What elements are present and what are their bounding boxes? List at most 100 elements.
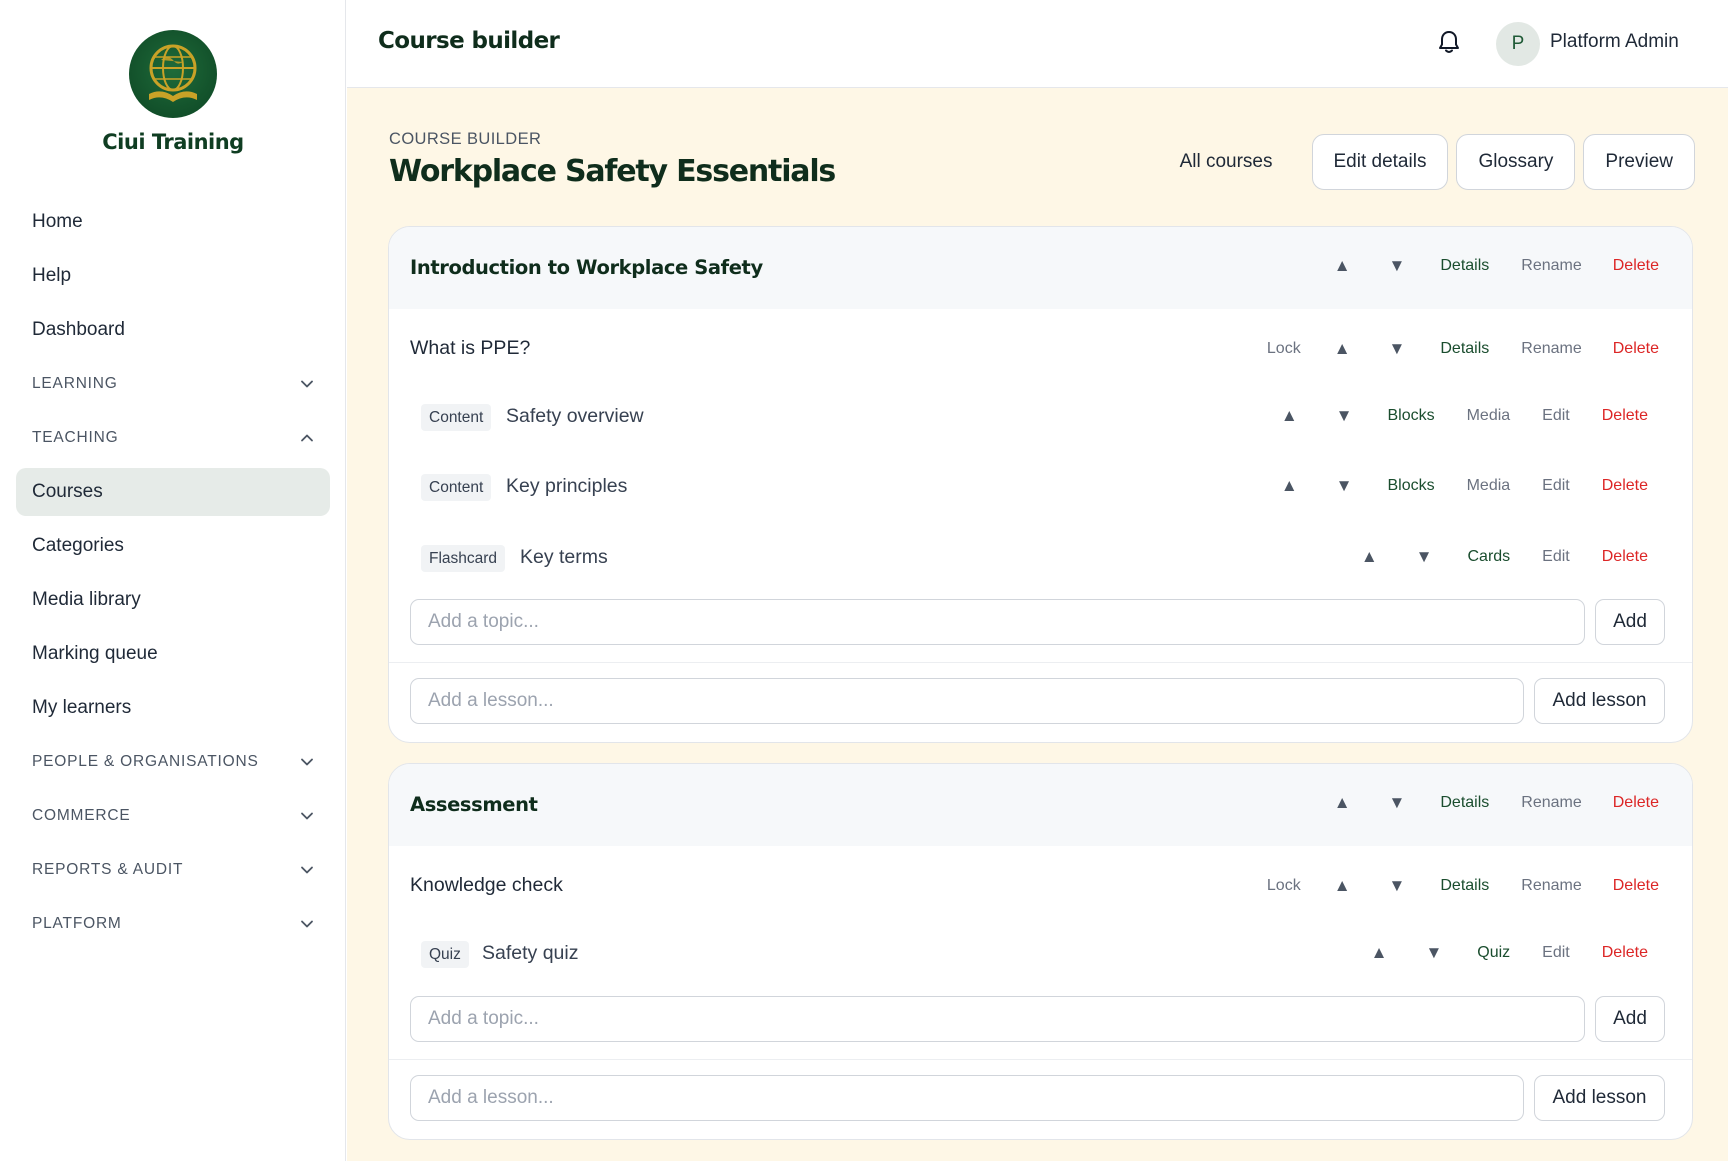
details-button[interactable]: Details: [1440, 257, 1489, 275]
details-button[interactable]: Details: [1440, 794, 1489, 812]
media-button[interactable]: Media: [1467, 477, 1511, 495]
edit-button[interactable]: Edit: [1542, 407, 1570, 425]
user-name[interactable]: Platform Admin: [1550, 31, 1679, 53]
move-up-button[interactable]: ▲: [1334, 876, 1351, 896]
preview-button[interactable]: Preview: [1583, 134, 1695, 190]
topic-type-badge: Content: [421, 474, 492, 501]
sidebar-item-marking-queue[interactable]: Marking queue: [16, 630, 330, 678]
sidebar-item-dashboard[interactable]: Dashboard: [16, 306, 330, 354]
move-up-button[interactable]: ▲: [1334, 256, 1351, 276]
lesson-actions: Lock ▲ ▼ Details Rename Delete: [1267, 876, 1659, 896]
globe-book-logo: [129, 30, 217, 118]
edit-button[interactable]: Edit: [1542, 477, 1570, 495]
blocks-button[interactable]: Blocks: [1387, 477, 1434, 495]
blocks-button[interactable]: Blocks: [1387, 407, 1434, 425]
divider: [389, 1059, 1692, 1060]
add-lesson-input[interactable]: Add a lesson...: [410, 678, 1524, 724]
section-label: LEARNING: [32, 375, 118, 392]
add-topic-button[interactable]: Add: [1595, 996, 1665, 1042]
move-up-button[interactable]: ▲: [1334, 339, 1351, 359]
move-down-button[interactable]: ▼: [1416, 547, 1433, 567]
section-label: COMMERCE: [32, 807, 131, 824]
move-up-button[interactable]: ▲: [1334, 793, 1351, 813]
sidebar-item-courses[interactable]: Courses: [16, 468, 330, 516]
sidebar-item-home[interactable]: Home: [16, 198, 330, 246]
bell-icon[interactable]: [1435, 28, 1463, 56]
add-lesson-button[interactable]: Add lesson: [1534, 678, 1665, 724]
delete-button[interactable]: Delete: [1613, 340, 1659, 358]
sidebar-section-people[interactable]: PEOPLE & ORGANISATIONS: [16, 738, 330, 786]
edit-button[interactable]: Edit: [1542, 548, 1570, 566]
sidebar-section-teaching[interactable]: TEACHING: [16, 414, 330, 462]
add-topic-button[interactable]: Add: [1595, 599, 1665, 645]
move-down-button[interactable]: ▼: [1425, 943, 1442, 963]
topic-title: Safety quiz: [482, 942, 579, 964]
move-up-button[interactable]: ▲: [1281, 476, 1298, 496]
details-button[interactable]: Details: [1440, 877, 1489, 895]
section-label: TEACHING: [32, 429, 119, 446]
topic-type-badge: Content: [421, 404, 492, 431]
rename-button[interactable]: Rename: [1521, 340, 1581, 358]
media-button[interactable]: Media: [1467, 407, 1511, 425]
delete-button[interactable]: Delete: [1602, 407, 1648, 425]
move-up-button[interactable]: ▲: [1371, 943, 1388, 963]
rename-button[interactable]: Rename: [1521, 257, 1581, 275]
move-up-button[interactable]: ▲: [1281, 406, 1298, 426]
details-button[interactable]: Details: [1440, 340, 1489, 358]
add-topic-input[interactable]: Add a topic...: [410, 599, 1585, 645]
module-card: Assessment ▲ ▼ Details Rename Delete Kno…: [388, 763, 1693, 1140]
sidebar-item-categories[interactable]: Categories: [16, 522, 330, 570]
header-actions: All courses Edit details Glossary Previe…: [1149, 134, 1695, 190]
move-down-button[interactable]: ▼: [1336, 406, 1353, 426]
delete-button[interactable]: Delete: [1602, 548, 1648, 566]
chevron-down-icon: [301, 758, 313, 766]
main-content: COURSE BUILDER Workplace Safety Essentia…: [347, 88, 1728, 1161]
module-card: Introduction to Workplace Safety ▲ ▼ Det…: [388, 226, 1693, 743]
edit-details-button[interactable]: Edit details: [1311, 134, 1449, 190]
chevron-down-icon: [301, 380, 313, 388]
add-topic-input[interactable]: Add a topic...: [410, 996, 1585, 1042]
sidebar-item-media-library[interactable]: Media library: [16, 576, 330, 624]
rename-button[interactable]: Rename: [1521, 794, 1581, 812]
cards-button[interactable]: Cards: [1467, 548, 1510, 566]
sidebar-section-learning[interactable]: LEARNING: [16, 360, 330, 408]
add-lesson-button[interactable]: Add lesson: [1534, 1075, 1665, 1121]
move-down-button[interactable]: ▼: [1336, 476, 1353, 496]
rename-button[interactable]: Rename: [1521, 877, 1581, 895]
topic-title: Key terms: [520, 546, 608, 568]
chevron-down-icon: [301, 920, 313, 928]
add-lesson-input[interactable]: Add a lesson...: [410, 1075, 1524, 1121]
sidebar-item-my-learners[interactable]: My learners: [16, 684, 330, 732]
lesson-title: Knowledge check: [410, 874, 563, 896]
brand: Ciui Training: [0, 30, 346, 154]
move-down-button[interactable]: ▼: [1389, 256, 1406, 276]
sidebar-section-reports[interactable]: REPORTS & AUDIT: [16, 846, 330, 894]
chevron-up-icon: [301, 434, 313, 442]
brand-name: Ciui Training: [102, 130, 244, 154]
move-down-button[interactable]: ▼: [1389, 339, 1406, 359]
topbar-title: Course builder: [378, 28, 560, 54]
all-courses-link[interactable]: All courses: [1149, 134, 1304, 190]
sidebar-item-help[interactable]: Help: [16, 252, 330, 300]
sidebar-section-platform[interactable]: PLATFORM: [16, 900, 330, 948]
chevron-down-icon: [301, 812, 313, 820]
lock-button[interactable]: Lock: [1267, 340, 1301, 358]
move-down-button[interactable]: ▼: [1389, 793, 1406, 813]
quiz-button[interactable]: Quiz: [1477, 944, 1510, 962]
module-actions: ▲ ▼ Details Rename Delete: [1334, 256, 1659, 276]
delete-button[interactable]: Delete: [1613, 794, 1659, 812]
delete-button[interactable]: Delete: [1613, 257, 1659, 275]
avatar[interactable]: P: [1496, 22, 1540, 66]
delete-button[interactable]: Delete: [1602, 477, 1648, 495]
move-up-button[interactable]: ▲: [1361, 547, 1378, 567]
edit-button[interactable]: Edit: [1542, 944, 1570, 962]
divider: [389, 662, 1692, 663]
delete-button[interactable]: Delete: [1613, 877, 1659, 895]
move-down-button[interactable]: ▼: [1389, 876, 1406, 896]
sidebar-section-commerce[interactable]: COMMERCE: [16, 792, 330, 840]
topic-actions: ▲ ▼ Blocks Media Edit Delete: [1281, 476, 1648, 496]
sidebar-nav: Home Help Dashboard LEARNING TEACHING Co…: [16, 198, 330, 954]
lock-button[interactable]: Lock: [1267, 877, 1301, 895]
glossary-button[interactable]: Glossary: [1456, 134, 1576, 190]
delete-button[interactable]: Delete: [1602, 944, 1648, 962]
